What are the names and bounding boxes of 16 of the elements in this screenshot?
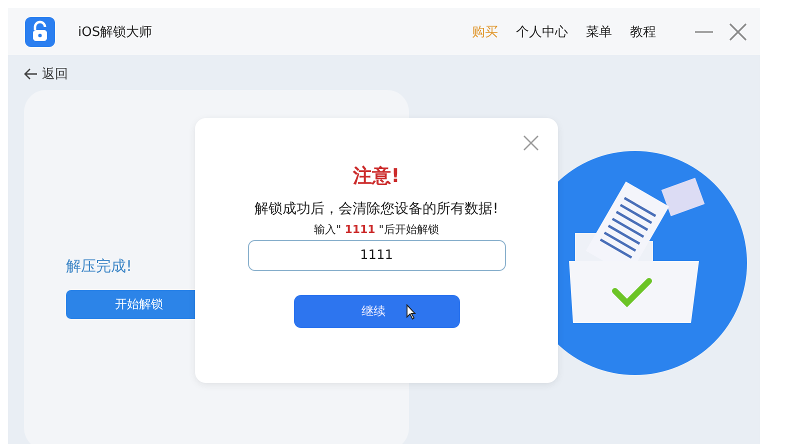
warning-message: 解锁成功后，会清除您设备的所有数据! — [254, 200, 498, 218]
dialog-heading: 注意! — [353, 164, 400, 189]
continue-button[interactable]: 继续 — [294, 295, 460, 328]
nav-link[interactable]: 教程 — [630, 22, 656, 40]
nav-link[interactable]: 个人中心 — [516, 22, 568, 40]
nav-link[interactable]: 菜单 — [586, 22, 612, 40]
padlock-icon — [25, 16, 55, 46]
mouse-pointer-icon — [406, 304, 416, 320]
input-hint: 输入" 1111 "后开始解锁 — [314, 222, 439, 237]
close-icon[interactable] — [523, 135, 539, 151]
window-title: iOS解锁大师 — [78, 24, 154, 40]
back-arrow-icon — [24, 68, 38, 80]
code-input-field[interactable]: 1111 — [248, 240, 506, 271]
status-title: 解压完成! — [66, 257, 134, 276]
back-link[interactable]: 返回 — [24, 65, 68, 83]
close-icon[interactable] — [728, 22, 748, 42]
